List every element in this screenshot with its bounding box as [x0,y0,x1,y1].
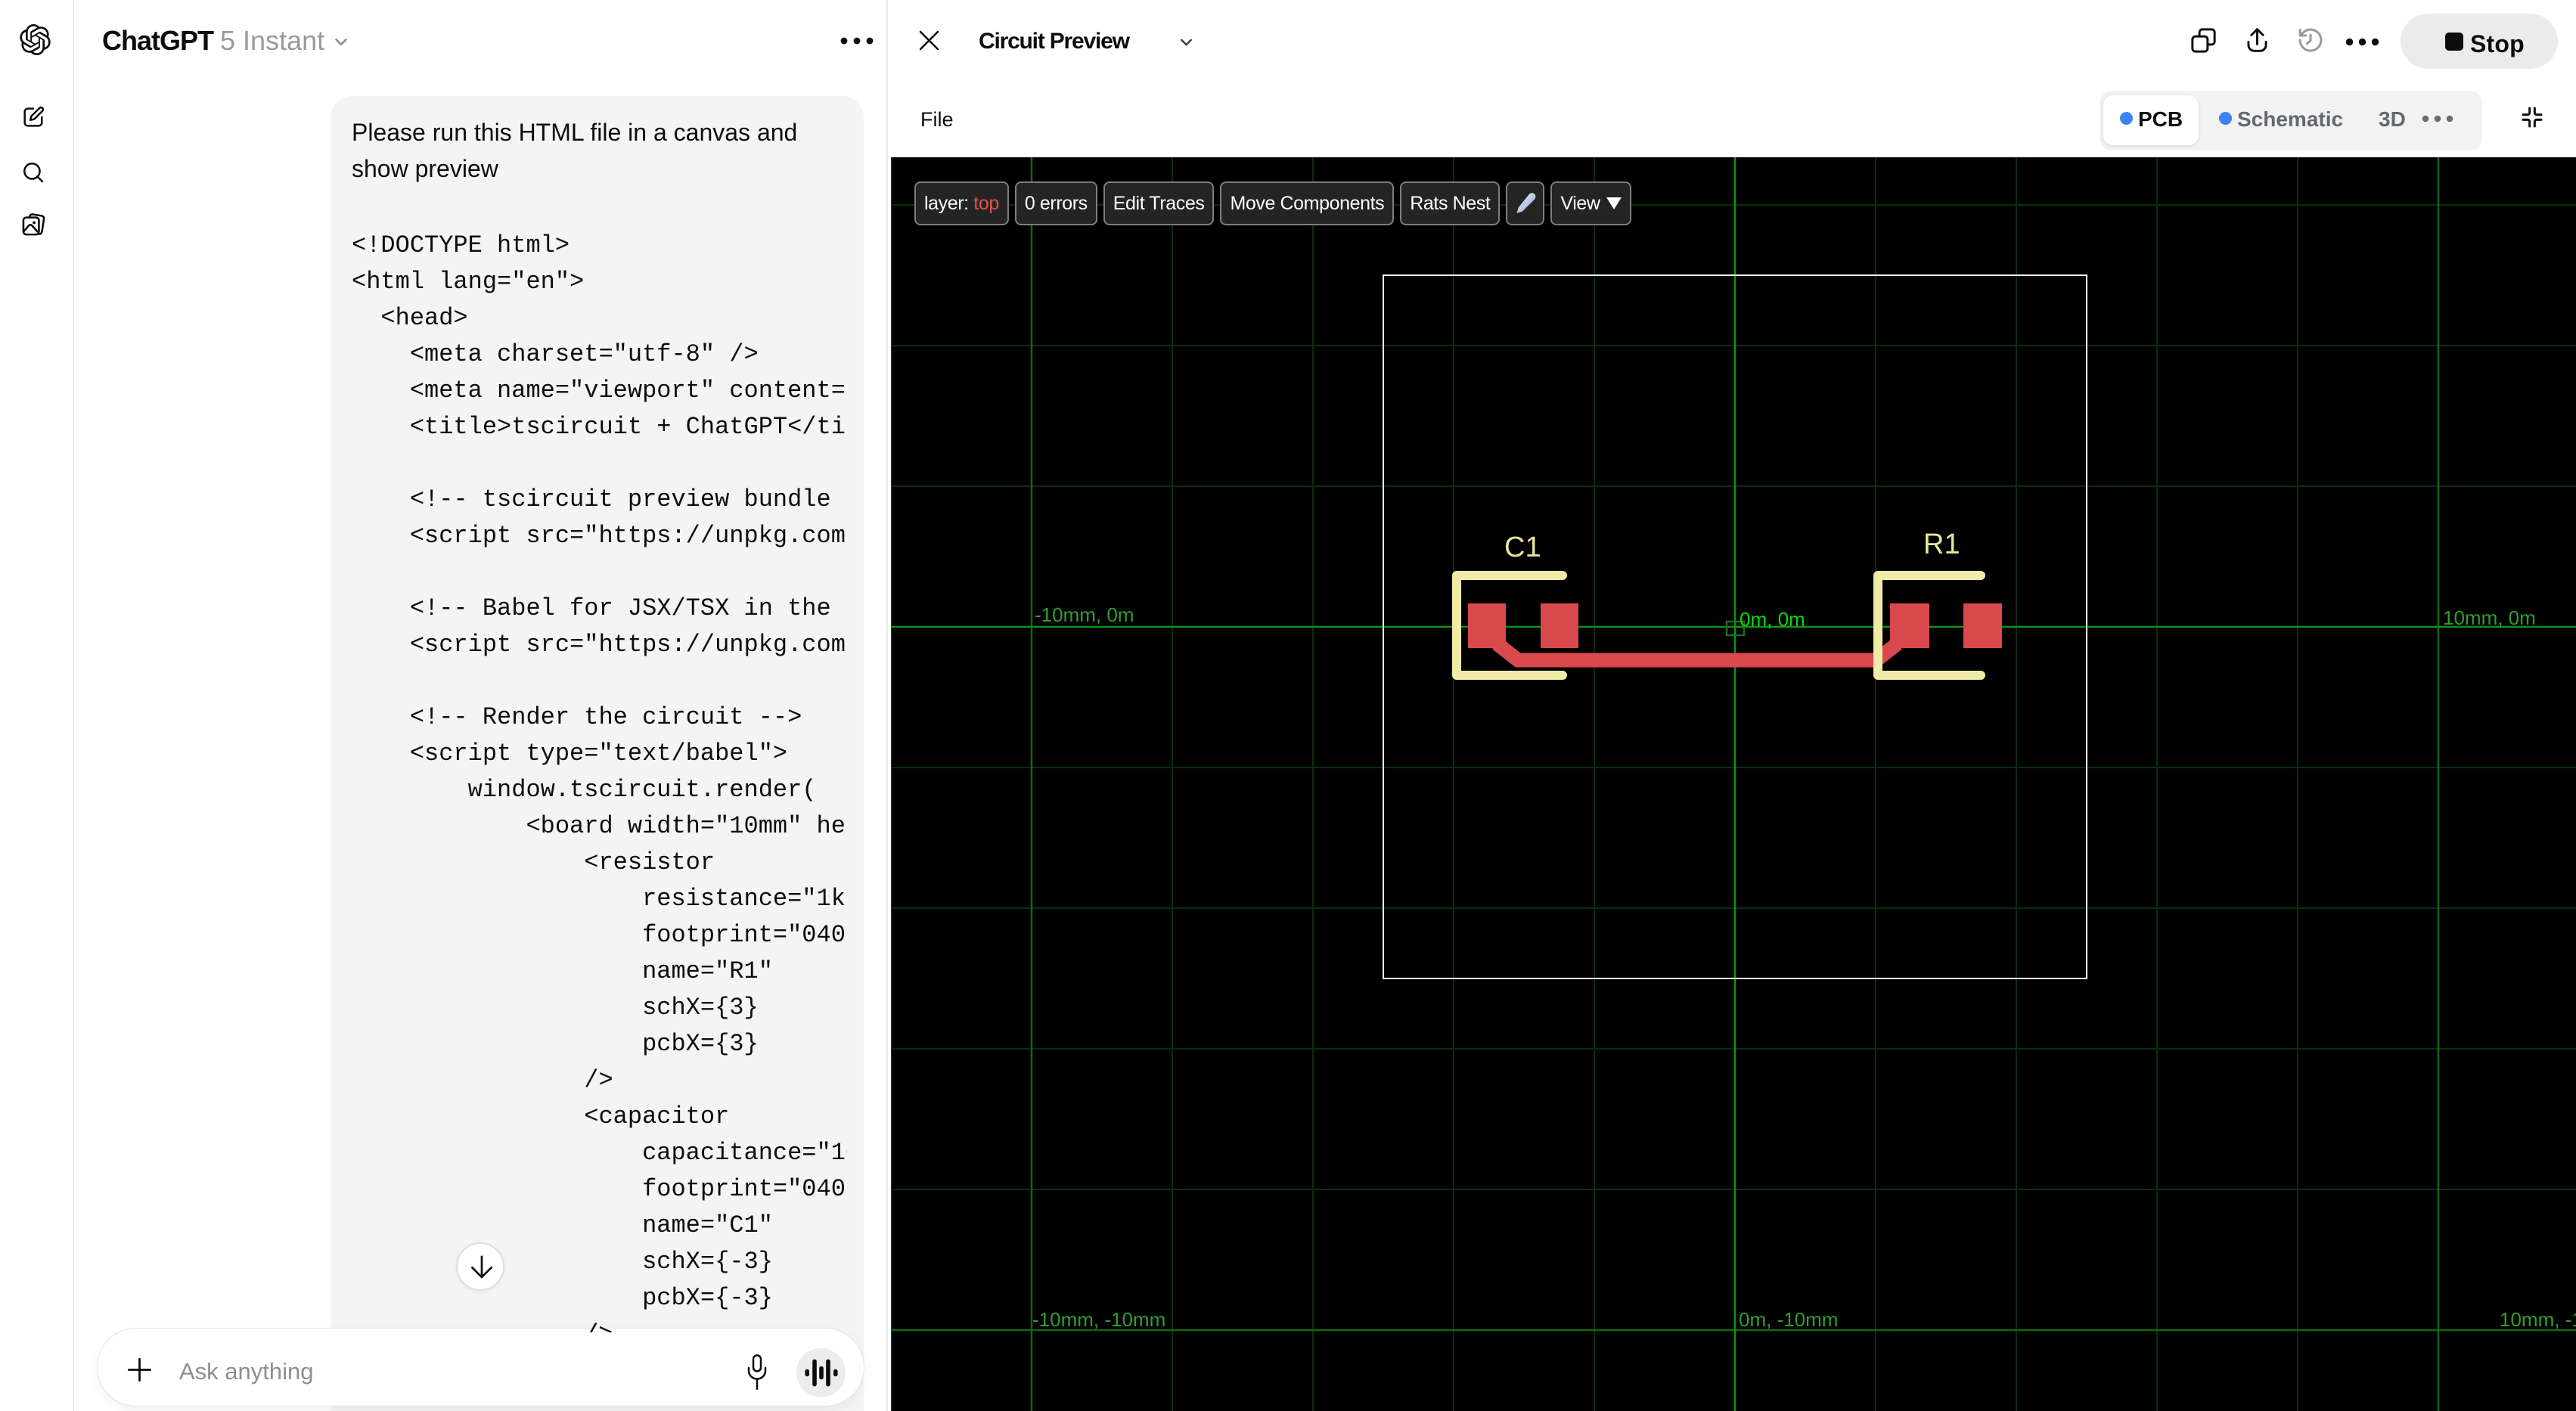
svg-text:0m, 0m: 0m, 0m [1740,608,1805,631]
svg-text:0m, -10mm: 0m, -10mm [1739,1308,1838,1331]
svg-text:10mm, 0m: 10mm, 0m [2443,606,2536,629]
svg-text:10mm, -10mm: 10mm, -10mm [2500,1308,2576,1331]
svg-text:-10mm, -10mm: -10mm, -10mm [1032,1308,1165,1331]
svg-text:R1: R1 [1923,529,1960,560]
svg-text:C1: C1 [1504,532,1541,563]
svg-text:-10mm, 0m: -10mm, 0m [1035,603,1134,626]
